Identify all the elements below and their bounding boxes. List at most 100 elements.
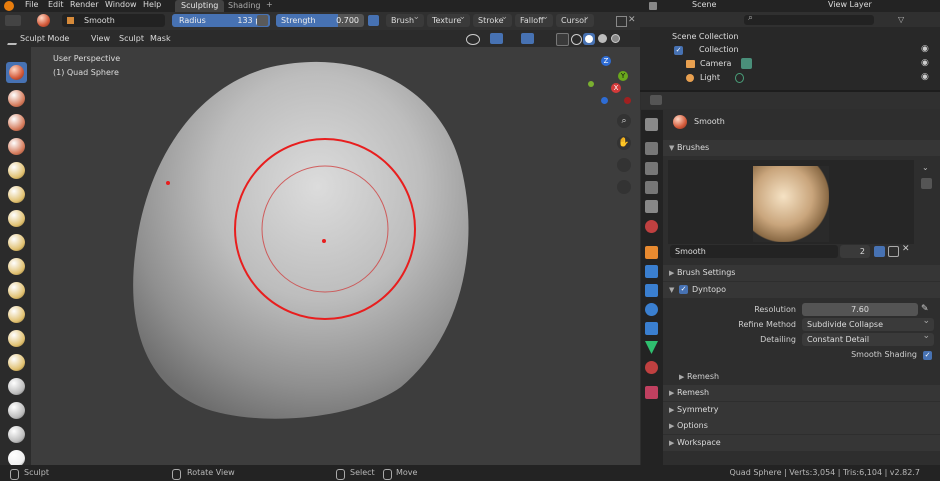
tool-draw-icon[interactable] [8, 90, 25, 107]
menu-help[interactable]: Help [143, 0, 161, 12]
brush-list-expand-icon[interactable]: ⌄ [922, 163, 932, 173]
view-layer-name[interactable]: View Layer [828, 0, 872, 12]
add-workspace-button[interactable]: + [266, 0, 273, 12]
brush-tex-slot-icon[interactable] [921, 178, 932, 189]
shading-wireframe-icon[interactable] [571, 34, 582, 45]
render-tab-icon[interactable] [645, 142, 658, 155]
visibility-icon[interactable] [466, 34, 480, 45]
gizmo-toggle-icon[interactable] [490, 33, 503, 44]
shading-solid-icon[interactable] [583, 33, 595, 45]
collection-eye-icon[interactable]: ◉ [921, 44, 929, 54]
tool-inflate-icon[interactable] [8, 210, 25, 227]
material-tab-icon[interactable] [645, 361, 658, 374]
ortho-grid-icon[interactable] [617, 180, 631, 194]
tool-tab-icon[interactable] [645, 118, 658, 131]
zoom-icon[interactable]: ⌕ [617, 114, 631, 128]
tab-shading[interactable]: Shading [222, 0, 267, 12]
brush-preview-box[interactable] [668, 160, 914, 244]
remesh-header[interactable]: ▶ Remesh [663, 385, 940, 401]
stroke-dropdown[interactable]: Stroke [473, 11, 512, 27]
mode-dropdown[interactable]: Sculpt Mode [20, 30, 69, 47]
strength-pressure-icon[interactable] [368, 15, 379, 26]
falloff-dropdown[interactable]: Falloff [515, 11, 553, 27]
gizmo-y-axis[interactable]: Y [618, 71, 628, 81]
particles-tab-icon[interactable] [645, 284, 658, 297]
remesh-subpanel-header[interactable]: ▶ Remesh [670, 369, 932, 385]
camera-view-icon[interactable] [617, 158, 631, 172]
options-header[interactable]: ▶ Options [663, 418, 940, 434]
gizmo-neg-z-dot[interactable] [601, 97, 608, 104]
tool-blob-icon[interactable] [8, 234, 25, 251]
world-tab-icon[interactable] [645, 220, 658, 233]
xray-toggle-icon[interactable] [556, 33, 569, 46]
menu-view[interactable]: View [91, 30, 110, 47]
tool-snake-hook-icon[interactable] [8, 402, 25, 419]
menu-sculpt[interactable]: Sculpt [119, 30, 144, 47]
gizmo-neg-y-dot[interactable] [588, 81, 594, 87]
tool-clay-icon[interactable] [8, 138, 25, 155]
eyedropper-icon[interactable]: ✎ [921, 304, 932, 315]
tool-clay-strips-icon[interactable] [8, 162, 25, 179]
symmetry-header[interactable]: ▶ Symmetry [663, 402, 940, 418]
resolution-field[interactable]: 7.60 [802, 303, 918, 316]
editor-type-icon[interactable] [5, 15, 21, 26]
brush-settings-header[interactable]: ▶ Brush Settings [663, 265, 940, 281]
gizmo-z-axis[interactable]: Z [601, 56, 611, 66]
menu-edit[interactable]: Edit [48, 0, 64, 12]
brush-ball-icon[interactable] [37, 14, 50, 27]
tool-crease-icon[interactable] [8, 258, 25, 275]
brush-name-field[interactable]: Smooth [62, 14, 165, 27]
duplicate-brush-icon[interactable] [888, 246, 899, 257]
3d-viewport[interactable]: User Perspective (1) Quad Sphere Z Y X ⌕… [31, 47, 640, 465]
view-layer-tab-icon[interactable] [645, 181, 658, 194]
tool-draw-sharp-icon[interactable] [8, 114, 25, 131]
split-area-icon[interactable] [616, 16, 627, 27]
tool-layer-icon[interactable] [8, 186, 25, 203]
outliner-light[interactable]: Light [700, 73, 720, 82]
outliner-scene-collection[interactable]: Scene Collection [672, 32, 739, 41]
strength-slider[interactable]: Strength 0.700 [276, 14, 364, 27]
pen-pressure-icon[interactable] [257, 15, 268, 26]
scene-name[interactable]: Scene [692, 0, 716, 12]
blender-logo-icon[interactable] [4, 1, 14, 11]
pan-hand-icon[interactable]: ✋ [617, 136, 631, 150]
tool-pinch-icon[interactable] [8, 354, 25, 371]
outliner-collection[interactable]: Collection [699, 45, 739, 54]
detailing-dropdown[interactable]: Constant Detail [802, 330, 934, 346]
fake-user-shield-icon[interactable] [874, 246, 885, 257]
radius-slider[interactable]: Radius 133 px [172, 14, 270, 27]
tab-sculpting[interactable]: Sculpting [175, 0, 225, 12]
physics-tab-icon[interactable] [645, 303, 658, 316]
texture-tab-icon[interactable] [645, 386, 658, 399]
tool-flatten-icon[interactable] [8, 282, 25, 299]
gizmo-x-axis[interactable]: X [611, 83, 621, 93]
tool-scrape-icon[interactable] [8, 330, 25, 347]
workspace-header[interactable]: ▶ Workspace [663, 435, 940, 451]
smooth-shading-checkbox[interactable]: ✓ [923, 351, 932, 360]
output-tab-icon[interactable] [645, 162, 658, 175]
brush-name-datablock[interactable]: Smooth [670, 245, 838, 258]
menu-file[interactable]: File [25, 0, 38, 12]
brush-dropdown[interactable]: Brush [386, 11, 424, 27]
menu-render[interactable]: Render [70, 0, 98, 12]
light-data-icon[interactable] [735, 73, 744, 83]
brushes-section-header[interactable]: ▼ Brushes [663, 140, 940, 156]
collection-checkbox[interactable]: ✓ [674, 46, 683, 55]
properties-editor-type-icon[interactable] [650, 95, 662, 105]
camera-data-icon[interactable] [741, 58, 752, 69]
brush-user-count[interactable]: 2 [840, 245, 870, 258]
scene-tab-icon[interactable] [645, 200, 658, 213]
tool-thumb-icon[interactable] [8, 426, 25, 443]
close-area-icon[interactable]: ✕ [628, 15, 638, 26]
shading-rendered-icon[interactable] [611, 34, 620, 43]
gizmo-neg-x-dot[interactable] [624, 97, 631, 104]
outliner-camera[interactable]: Camera [700, 59, 731, 68]
light-eye-icon[interactable]: ◉ [921, 72, 929, 82]
overlay-toggle-icon[interactable] [521, 33, 534, 44]
dyntopo-header[interactable]: ▼ ✓ Dyntopo [663, 282, 940, 298]
outliner-search-input[interactable]: ⌕ [744, 13, 874, 25]
tool-smooth-selected[interactable] [6, 62, 27, 83]
filter-icon[interactable]: ▽ [898, 15, 908, 24]
brush-texture-thumbnail[interactable] [753, 166, 829, 242]
cursor-dropdown[interactable]: Cursor [556, 11, 594, 27]
